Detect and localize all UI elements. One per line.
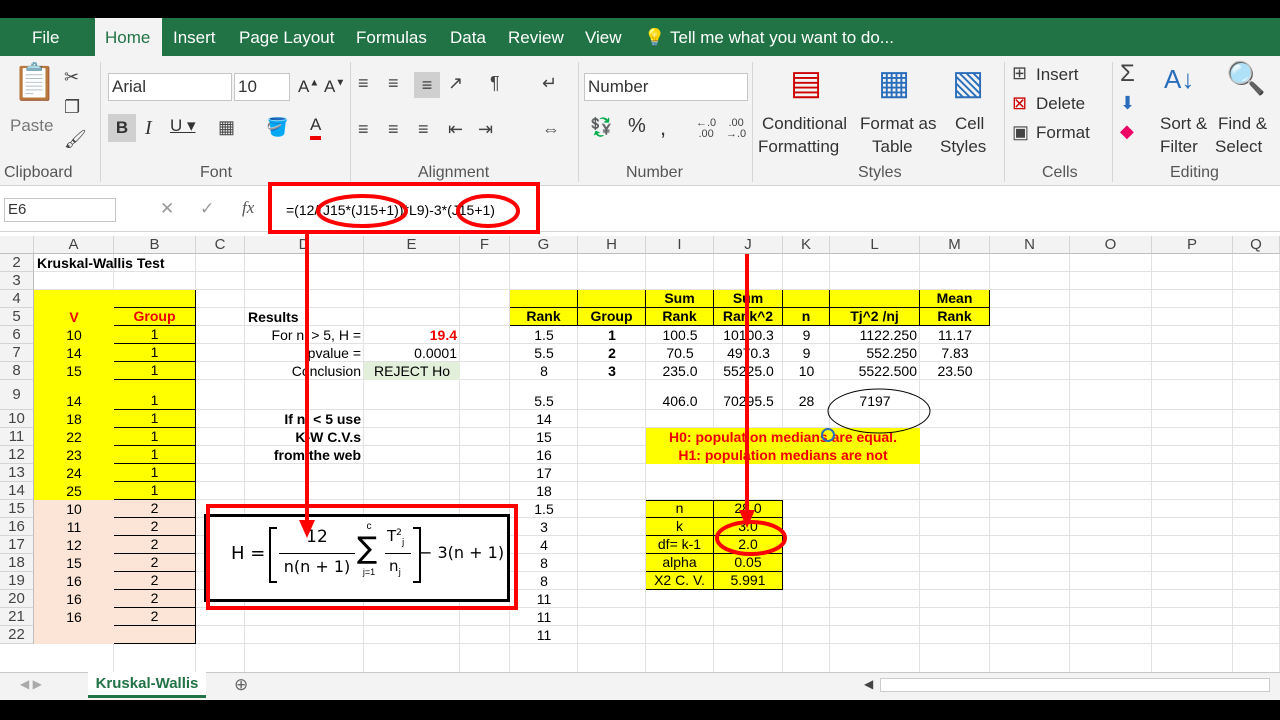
formula-circle-2 xyxy=(456,194,520,228)
cursor-icon xyxy=(821,428,835,442)
arrowhead-1 xyxy=(299,520,315,538)
excel-window: File Home Insert Page Layout Formulas Da… xyxy=(0,0,1280,720)
formula-image-highlight xyxy=(206,504,518,610)
n-value-circle xyxy=(715,520,787,556)
arrowhead-2 xyxy=(739,510,755,528)
sum-circle xyxy=(827,388,931,434)
annotation-overlay xyxy=(206,182,931,610)
formula-circle-1 xyxy=(316,194,408,228)
